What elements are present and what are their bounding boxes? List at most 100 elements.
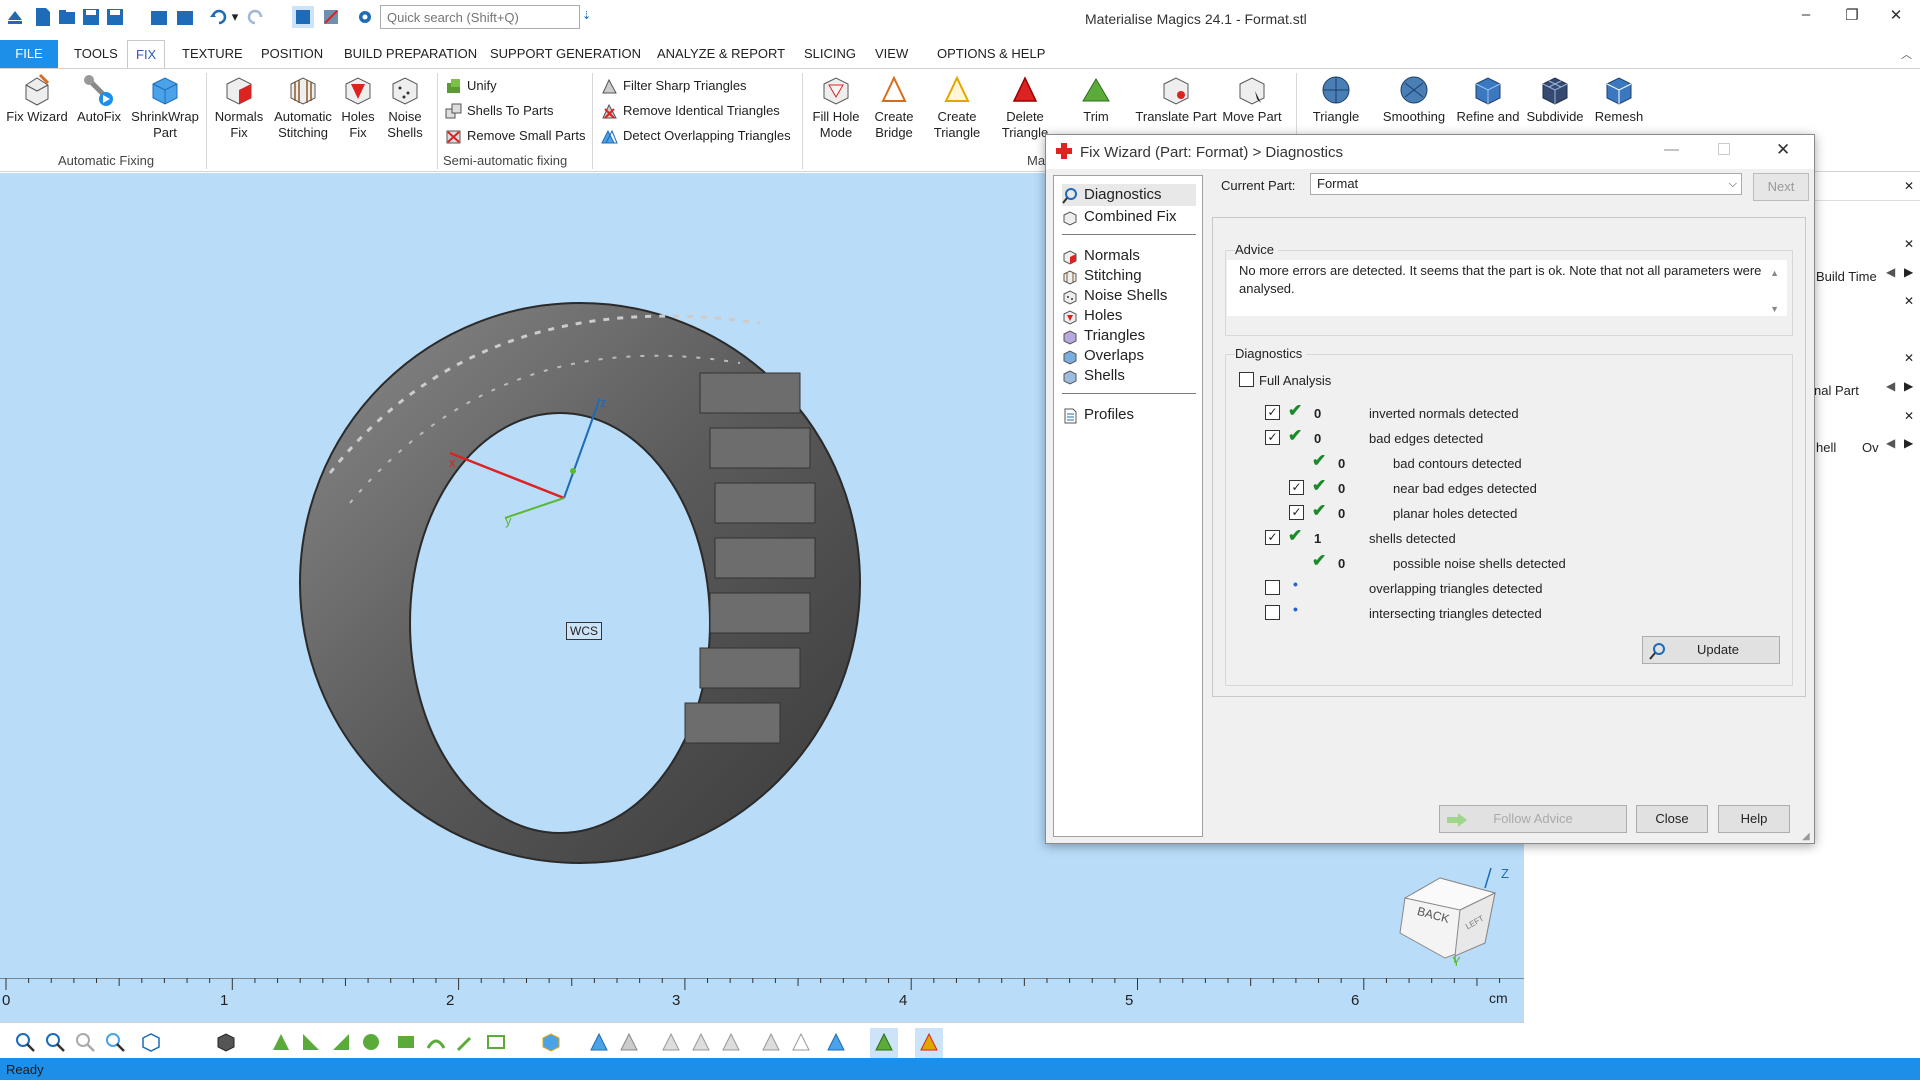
tab-texture[interactable]: TEXTURE <box>174 40 251 68</box>
view-cube-icon[interactable] <box>140 1031 162 1056</box>
zoom-fit-icon[interactable] <box>74 1031 96 1056</box>
autofix-button[interactable]: AutoFix <box>66 73 132 125</box>
search-options-icon[interactable]: ⇣ <box>582 9 591 22</box>
tab-options-help[interactable]: OPTIONS & HELP <box>929 40 1053 68</box>
translate-part-button[interactable]: Translate Part <box>1132 73 1220 125</box>
mark-triangle-icon-8[interactable] <box>825 1031 847 1056</box>
select-parts-icon[interactable] <box>292 6 314 28</box>
diagnostic-checkbox[interactable]: ✓ <box>1289 505 1304 520</box>
close-window-button[interactable]: ✕ <box>1876 6 1916 28</box>
nav-stitching[interactable]: Stitching <box>1062 265 1196 287</box>
full-analysis-checkbox[interactable] <box>1239 372 1254 387</box>
quick-search-input[interactable] <box>380 5 580 29</box>
scroll-right-icon[interactable]: ▶ <box>1904 379 1913 393</box>
scroll-up-icon[interactable]: ▲ <box>1770 264 1779 282</box>
zoom-window-icon[interactable] <box>44 1031 66 1056</box>
dialog-close-x-button[interactable]: ✕ <box>1776 140 1790 160</box>
shells-to-parts-button[interactable]: Shells To Parts <box>445 100 553 122</box>
create-triangle-button[interactable]: Create Triangle <box>924 73 990 141</box>
diagnostic-checkbox[interactable] <box>1265 580 1280 595</box>
nav-shells[interactable]: Shells <box>1062 365 1196 387</box>
diagnostic-checkbox[interactable] <box>1265 605 1280 620</box>
curve-tool-icon[interactable] <box>425 1031 447 1056</box>
brush-tool-icon[interactable] <box>455 1031 477 1056</box>
noise-shells-button[interactable]: Noise Shells <box>372 73 438 141</box>
nav-normals[interactable]: Normals <box>1062 245 1196 267</box>
unify-button[interactable]: Unify <box>445 75 497 97</box>
remove-identical-triangles-button[interactable]: Remove Identical Triangles <box>601 100 780 122</box>
minimize-button[interactable]: – <box>1786 6 1826 28</box>
smoothing-button[interactable]: Smoothing <box>1378 73 1450 125</box>
fix-wizard-button[interactable]: Fix Wizard <box>4 73 70 125</box>
mesh-tool-icon[interactable] <box>485 1031 507 1056</box>
magics-app-icon[interactable] <box>4 6 26 28</box>
tab-position[interactable]: POSITION <box>253 40 331 68</box>
panel-close-icon[interactable]: ✕ <box>1904 179 1914 193</box>
mark-triangle-icon-1[interactable] <box>588 1031 610 1056</box>
delete-triangle-button[interactable]: Delete Triangle <box>992 73 1058 141</box>
scroll-right-icon[interactable]: ▶ <box>1904 436 1913 450</box>
mark-triangle-icon-7[interactable] <box>790 1031 812 1056</box>
export-part-icon[interactable] <box>174 6 196 28</box>
mark-triangle-icon-3[interactable] <box>660 1031 682 1056</box>
triangle-tool-icon-3[interactable] <box>330 1031 352 1056</box>
diagnostic-checkbox[interactable]: ✓ <box>1265 405 1280 420</box>
diagnostic-checkbox[interactable]: ✓ <box>1265 430 1280 445</box>
panel-close-icon[interactable]: ✕ <box>1904 237 1914 251</box>
dialog-maximize-button[interactable] <box>1718 143 1730 155</box>
help-button[interactable]: Help <box>1718 805 1790 833</box>
mark-triangle-icon-6[interactable] <box>760 1031 782 1056</box>
restore-button[interactable]: ❐ <box>1832 6 1872 28</box>
undo-icon[interactable] <box>208 6 230 28</box>
next-button[interactable]: Next <box>1753 173 1809 201</box>
unselect-icon[interactable] <box>320 6 342 28</box>
mark-triangle-active-icon[interactable] <box>870 1028 898 1059</box>
nav-overlaps[interactable]: Overlaps <box>1062 345 1196 367</box>
part-tool-icon[interactable] <box>540 1031 562 1056</box>
sphere-tool-icon[interactable] <box>360 1031 382 1056</box>
mark-colored-triangle-icon[interactable] <box>915 1028 943 1059</box>
filter-sharp-triangles-button[interactable]: Filter Sharp Triangles <box>601 75 747 97</box>
zoom-selection-icon[interactable] <box>104 1031 126 1056</box>
subdivide-button[interactable]: Subdivide <box>1520 73 1590 125</box>
open-file-icon[interactable] <box>56 6 78 28</box>
nav-combined-fix[interactable]: Combined Fix <box>1062 206 1196 228</box>
new-file-icon[interactable] <box>32 6 54 28</box>
triangle-button[interactable]: Triangle <box>1301 73 1371 125</box>
tab-slicing[interactable]: SLICING <box>796 40 864 68</box>
remove-small-parts-button[interactable]: Remove Small Parts <box>445 125 585 147</box>
diagnostic-checkbox[interactable]: ✓ <box>1265 530 1280 545</box>
trim-button[interactable]: Trim <box>1063 73 1129 125</box>
tab-view[interactable]: VIEW <box>867 40 916 68</box>
plane-tool-icon[interactable] <box>395 1031 417 1056</box>
refine-and-button[interactable]: Refine and <box>1452 73 1524 125</box>
mark-triangle-icon-4[interactable] <box>690 1031 712 1056</box>
tab-build-preparation[interactable]: BUILD PREPARATION <box>336 40 485 68</box>
panel-close-icon[interactable]: ✕ <box>1904 294 1914 308</box>
nav-profiles[interactable]: Profiles <box>1062 404 1196 426</box>
zoom-icon[interactable] <box>14 1031 36 1056</box>
dialog-minimize-button[interactable]: — <box>1664 141 1679 158</box>
create-bridge-button[interactable]: Create Bridge <box>861 73 927 141</box>
import-part-icon[interactable] <box>148 6 170 28</box>
close-button[interactable]: Close <box>1636 805 1708 833</box>
nav-holes[interactable]: Holes <box>1062 305 1196 327</box>
save-all-icon[interactable] <box>104 6 126 28</box>
scroll-left-icon[interactable]: ◀ <box>1886 379 1895 393</box>
mark-triangle-icon-2[interactable] <box>618 1031 640 1056</box>
triangle-tool-icon-2[interactable] <box>300 1031 322 1056</box>
tab-file[interactable]: FILE <box>0 40 58 68</box>
shrinkwrap-part-button[interactable]: ShrinkWrap Part <box>130 73 200 141</box>
scroll-left-icon[interactable]: ◀ <box>1886 265 1895 279</box>
current-part-select[interactable]: Format ⌵ <box>1310 173 1742 195</box>
normals-fix-button[interactable]: Normals Fix <box>206 73 272 141</box>
scroll-down-icon[interactable]: ▼ <box>1770 300 1779 318</box>
fill-hole-mode-button[interactable]: Fill Hole Mode <box>803 73 869 141</box>
tab-fix[interactable]: FIX <box>127 40 166 68</box>
save-icon[interactable] <box>80 6 102 28</box>
nav-triangles[interactable]: Triangles <box>1062 325 1196 347</box>
detect-overlapping-triangles-button[interactable]: Detect Overlapping Triangles <box>601 125 791 147</box>
mark-triangle-icon-5[interactable] <box>720 1031 742 1056</box>
scroll-left-icon[interactable]: ◀ <box>1886 436 1895 450</box>
nav-noise-shells[interactable]: Noise Shells <box>1062 285 1196 307</box>
